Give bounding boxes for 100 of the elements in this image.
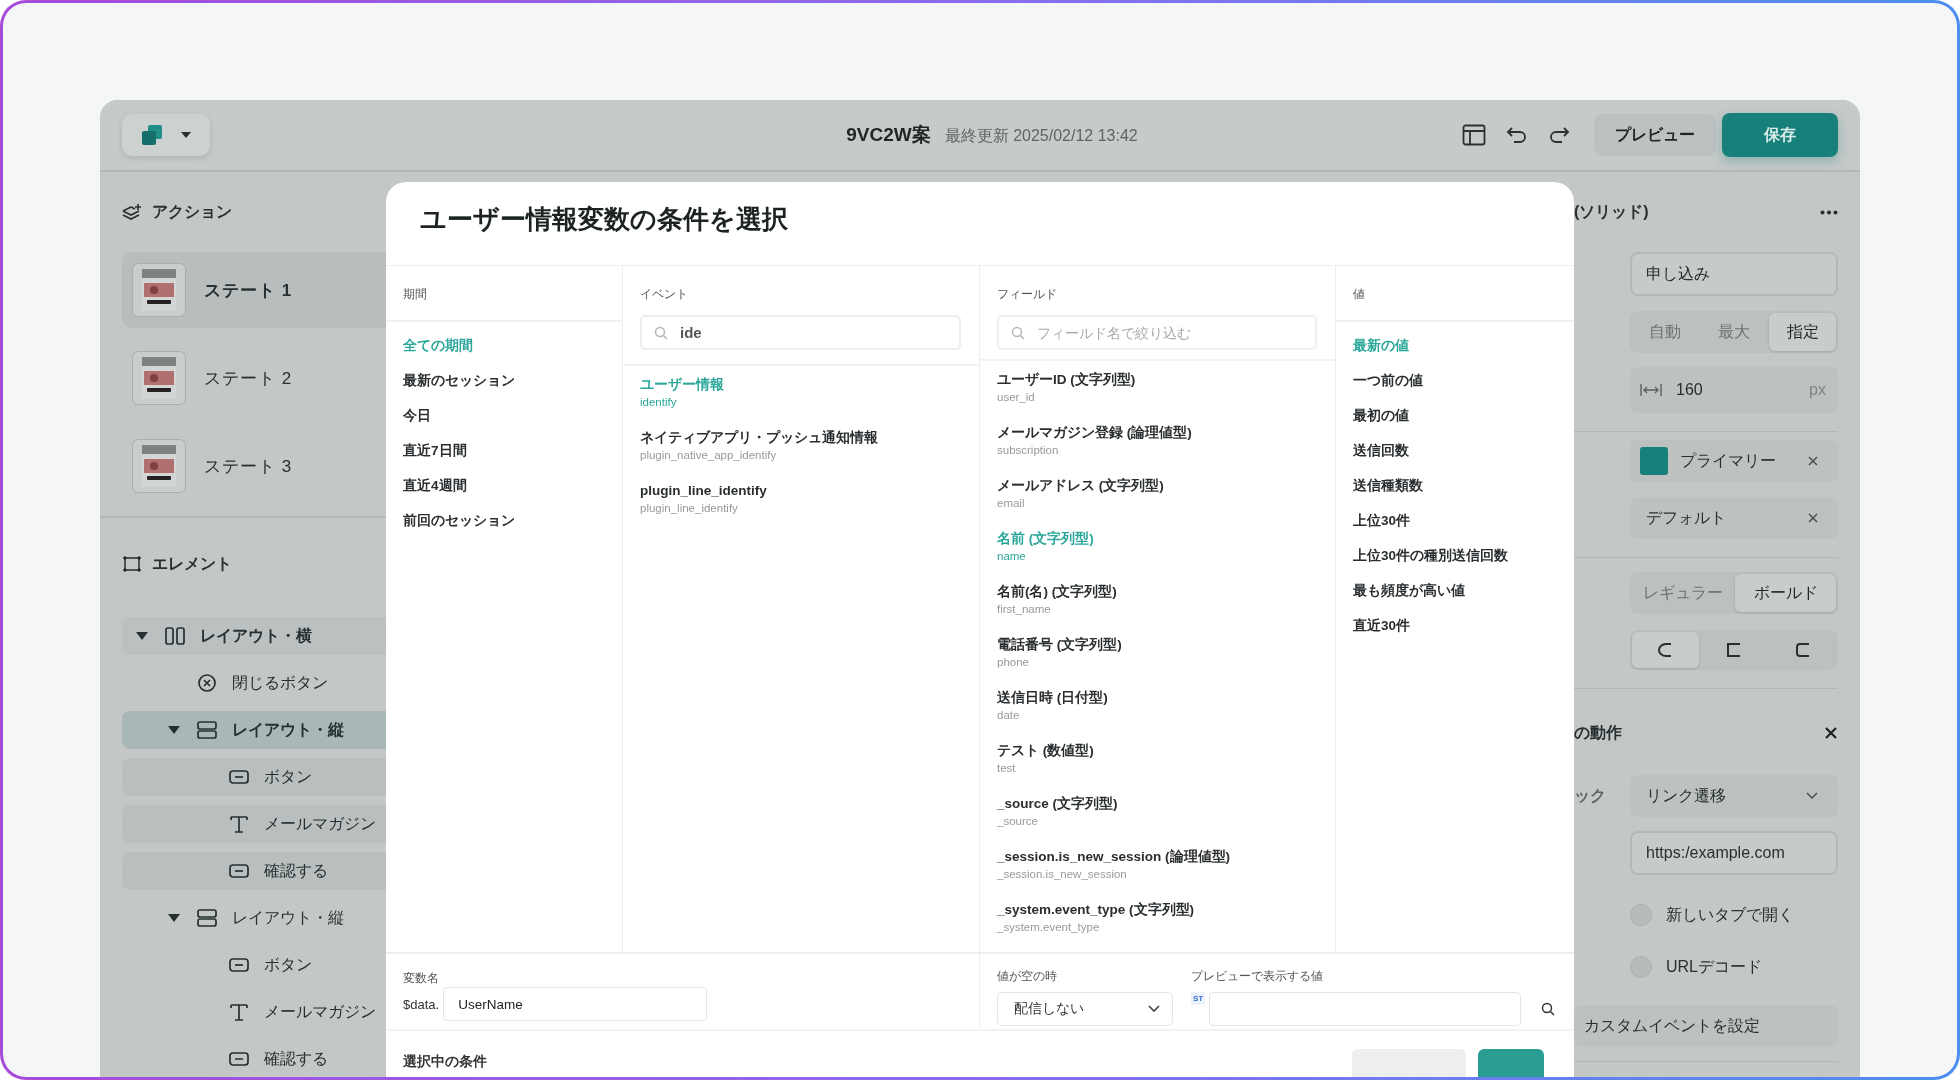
field-name: メールアドレス (文字列型) [997,477,1165,495]
tree-item[interactable]: メールマガジン [122,993,386,1031]
period-option[interactable]: 前回のセッション [403,503,622,538]
preview-button[interactable]: プレビュー [1594,114,1716,156]
text-field[interactable]: 申し込み [1630,252,1838,296]
thumbnail-drawing [132,439,186,493]
tree-item[interactable]: レイアウト・横 [122,617,386,655]
period-option[interactable]: 最新のセッション [403,363,622,398]
caret-icon[interactable] [168,913,180,923]
value-option[interactable]: 一つ前の値 [1353,363,1574,398]
button-icon [228,861,250,881]
color-swatch [1640,447,1668,475]
event-option[interactable]: plugin_line_identify plugin_line_identify [640,480,979,533]
field-option[interactable]: ユーザーID (文字列型) user_id [997,369,1335,422]
field-option[interactable]: 送信日時 (日付型) date [997,687,1335,740]
field-name: _source (文字列型) [997,795,1119,813]
value-option[interactable]: 上位30件 [1353,503,1574,538]
variable-name-field[interactable]: UserName [443,987,708,1021]
field-option[interactable]: メールアドレス (文字列型) email [997,475,1335,528]
undo-icon[interactable] [1506,126,1528,144]
field-option[interactable]: 電話番号 (文字列型) phone [997,634,1335,687]
section-heading: の動作 [1574,722,1622,743]
close-icon[interactable] [1824,726,1838,740]
field-name: テスト (数値型) [997,742,1095,760]
tree-item[interactable]: レイアウト・縦 [122,711,386,749]
tree-item[interactable]: ボタン [122,946,386,984]
field-option[interactable]: テスト (数値型) test [997,740,1335,793]
corner-option[interactable] [1632,632,1699,668]
tree-item[interactable]: メールマガジン [122,805,386,843]
field-name: 名前 (文字列型) [997,530,1095,548]
button-icon [228,955,250,975]
rows-icon [196,720,218,740]
field-search-field[interactable]: フィールド名で絞り込む [997,315,1317,350]
layout-icon[interactable] [1462,124,1486,146]
value-option[interactable]: 送信種類数 [1353,468,1574,503]
caret-icon[interactable] [168,725,180,735]
caret-icon [179,131,192,139]
value-option[interactable]: 上位30件の種別送信回数 [1353,538,1574,573]
field-name: 電話番号 (文字列型) [997,636,1123,654]
value-option[interactable]: 最も頻度が高い値 [1353,573,1574,608]
field-option[interactable]: _session.is_new_session (論理値型) _session.is_new_session [997,846,1335,899]
more-icon[interactable] [1820,209,1838,215]
custom-event-button[interactable]: カスタムイベントを設定 [1574,1005,1838,1047]
column-heading: 期間 [403,286,428,303]
field-name: _session.is_new_session (論理値型) [997,848,1232,866]
save-button[interactable]: 保存 [1722,113,1838,157]
close-icon[interactable] [1808,456,1818,466]
state-item[interactable]: ステート 2 [122,340,386,416]
project-menu-button[interactable] [122,114,210,156]
value-option[interactable]: 最初の値 [1353,398,1574,433]
field-key: phone [997,654,1335,670]
tree-item[interactable]: レイアウト・縦 [122,899,386,937]
redo-icon[interactable] [1548,126,1570,144]
field-key: date [997,707,1335,723]
square-corner-icon [1726,642,1742,658]
close-icon[interactable] [1808,513,1818,523]
field-option[interactable]: メールマガジン登録 (論理値型) subscription [997,422,1335,475]
color-chip[interactable]: プライマリー [1630,440,1838,482]
field-key: test [997,760,1335,776]
width-field[interactable]: 160 px [1630,367,1838,413]
event-option[interactable]: ネイティブアプリ・プッシュ通知情報 plugin_native_app_identify [640,427,979,480]
field-option[interactable]: _system.event_type (文字列型) _system.event_type [997,899,1335,952]
field-label: プレビューで表示する値 [1191,968,1324,984]
value-option[interactable]: 直近30件 [1353,608,1574,643]
field-label: 変数名 [403,971,439,985]
font-weight-option[interactable]: ボールド [1735,574,1836,612]
tree-item[interactable]: 確認する [122,852,386,890]
empty-value-select[interactable]: 配信しない [997,992,1173,1026]
text-icon [228,814,250,834]
state-item[interactable]: ステート 3 [122,428,386,504]
caret-icon[interactable] [136,631,148,641]
field-key: name [997,548,1335,564]
option-label: URLデコード [1666,956,1762,977]
value-option[interactable]: 送信回数 [1353,433,1574,468]
action-select[interactable]: リンク遷移 [1630,775,1838,817]
event-search-field[interactable]: ide [640,315,961,350]
search-icon[interactable] [1541,1002,1556,1016]
width-mode-option[interactable]: 指定 [1769,313,1836,351]
tree-item[interactable]: 閉じるボタン [122,664,386,702]
url-field[interactable]: https:/example.com [1630,831,1838,875]
period-option[interactable]: 直近7日間 [403,433,622,468]
dialog-title: ユーザー情報変数の条件を選択 [386,182,1574,266]
field-name: _system.event_type (文字列型) [997,901,1196,919]
event-name: ユーザー情報 [640,376,725,394]
search-icon [1011,326,1025,340]
field-option[interactable]: _source (文字列型) _source [997,793,1335,846]
state-item[interactable]: ステート 1 [122,252,386,328]
toggle[interactable] [1630,904,1652,926]
selected-conditions-label: 選択中の条件 [403,1053,487,1071]
tree-item[interactable]: ボタン [122,758,386,796]
toggle[interactable] [1630,956,1652,978]
button-icon [228,1049,250,1069]
period-option[interactable]: 直近4週間 [403,468,622,503]
button-icon [228,767,250,787]
font-chip[interactable]: デフォルト [1630,497,1838,539]
field-key: _system.event_type [997,919,1335,935]
preview-value-field[interactable] [1209,992,1522,1026]
field-option[interactable]: 名前(名) (文字列型) first_name [997,581,1335,634]
period-option[interactable]: 今日 [403,398,622,433]
tree-item[interactable]: 確認する [122,1040,386,1077]
